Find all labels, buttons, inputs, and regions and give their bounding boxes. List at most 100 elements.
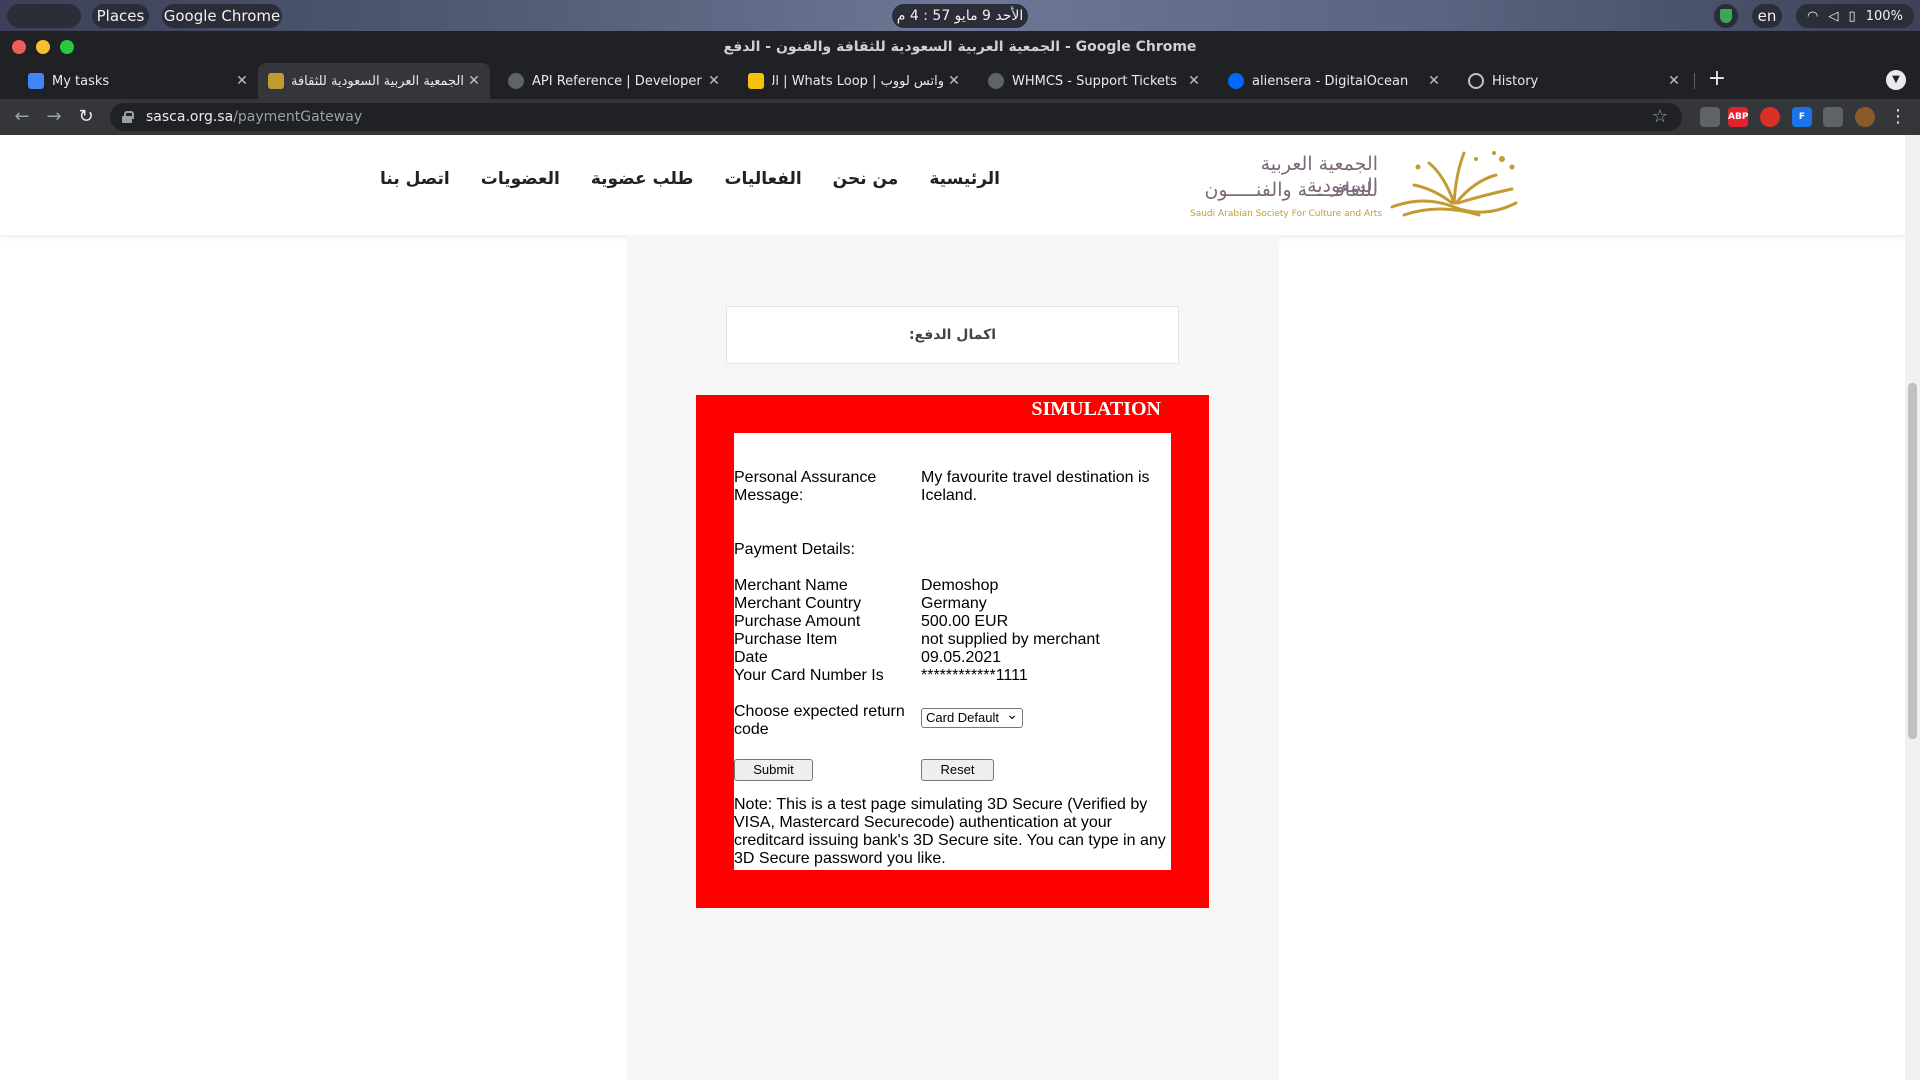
nav-about[interactable]: من نحن: [833, 169, 899, 199]
shield-icon: [1720, 9, 1732, 23]
tab-sasca-payment[interactable]: الجمعية العربية السعودية للثقافة وا ✕: [258, 63, 490, 99]
merchant-name-label: Merchant Name: [734, 577, 848, 594]
payment-details-heading: Payment Details:: [734, 541, 855, 558]
tab-api-reference[interactable]: API Reference | Developer Po ✕: [498, 63, 730, 99]
arrow-right-icon: →: [46, 106, 62, 127]
browser-menu-button[interactable]: ⋮: [1886, 105, 1910, 129]
date-value: 09.05.2021: [921, 649, 1002, 666]
active-app-menu[interactable]: Google Chrome: [162, 4, 282, 28]
nav-events[interactable]: الفعاليات: [724, 169, 801, 199]
red-ext-icon[interactable]: [1760, 107, 1780, 127]
wifi-icon: ◠: [1807, 8, 1819, 24]
tab-close-icon[interactable]: ✕: [464, 73, 484, 89]
url-host: sasca.org.sa: [146, 109, 234, 125]
clock-label: الأحد 9 مايو 57 : 4 م: [896, 8, 1024, 24]
tab-close-icon[interactable]: ✕: [704, 73, 724, 89]
date-label: Date: [734, 649, 768, 666]
history-clock-icon: [1468, 73, 1484, 89]
language-label: en: [1757, 7, 1777, 25]
page-scrollbar[interactable]: [1905, 135, 1920, 1080]
tab-label: WHMCS - Support Tickets: [1012, 73, 1177, 89]
blue-ext-icon[interactable]: F: [1792, 107, 1812, 127]
adblock-plus-icon[interactable]: ABP: [1728, 107, 1748, 127]
nav-memberships[interactable]: العضويات: [481, 169, 560, 199]
nav-contact[interactable]: اتصل بنا: [380, 169, 450, 199]
nav-membership-request[interactable]: طلب عضوية: [591, 169, 694, 199]
tab-label: API Reference | Developer Po: [532, 73, 704, 89]
submit-button[interactable]: Submit: [734, 759, 813, 781]
lock-icon[interactable]: [122, 111, 134, 123]
reload-button[interactable]: ↻: [74, 105, 98, 129]
address-bar[interactable]: sasca.org.sa /paymentGateway ☆: [110, 103, 1682, 131]
content-column: اكمال الدفع: SIMULATION Personal Assuran…: [627, 235, 1279, 1080]
plus-icon: +: [1707, 66, 1727, 91]
window-maximize-button[interactable]: [60, 40, 74, 54]
purchase-item-value: not supplied by merchant: [921, 631, 1100, 648]
tab-label: واتس لووب | Whats Loop | الـ: [772, 73, 944, 89]
scrollbar-thumb[interactable]: [1908, 383, 1917, 739]
places-menu[interactable]: Places: [92, 4, 149, 28]
globe-icon: [988, 73, 1004, 89]
tab-whats-loop[interactable]: واتس لووب | Whats Loop | الـ ✕: [738, 63, 970, 99]
bookmark-star-icon[interactable]: ☆: [1652, 106, 1668, 127]
reset-button[interactable]: Reset: [921, 759, 994, 781]
tab-my-tasks[interactable]: My tasks ✕: [18, 63, 258, 99]
sasca-favicon-icon: [268, 73, 284, 89]
profile-avatar-icon[interactable]: [1855, 107, 1875, 127]
tab-digitalocean[interactable]: aliensera - DigitalOcean ✕: [1218, 63, 1450, 99]
window-close-button[interactable]: [12, 40, 26, 54]
logo-english-name: Saudi Arabian Society For Culture and Ar…: [1190, 209, 1383, 219]
tab-close-icon[interactable]: ✕: [1424, 73, 1444, 89]
return-code-select[interactable]: Card Default: [921, 705, 1023, 728]
places-label: Places: [96, 7, 145, 25]
new-tab-button[interactable]: +: [1703, 65, 1731, 93]
tab-strip: My tasks ✕ الجمعية العربية السعودية للثق…: [0, 63, 1920, 99]
nav-home[interactable]: الرئيسية: [929, 169, 1000, 199]
forward-button[interactable]: →: [42, 105, 66, 129]
tab-separator: [1694, 73, 1695, 89]
back-button[interactable]: ←: [10, 105, 34, 129]
battery-label: 100%: [1865, 8, 1903, 24]
purchase-amount-label: Purchase Amount: [734, 613, 861, 630]
apple-menu-button[interactable]: [7, 4, 81, 28]
tab-label: الجمعية العربية السعودية للثقافة وا: [292, 73, 464, 89]
pam-value: My favourite travel destination is Icela…: [921, 469, 1150, 504]
tab-close-icon[interactable]: ✕: [232, 73, 252, 89]
logo-emblem-icon: [1390, 151, 1518, 217]
tab-history[interactable]: History ✕: [1458, 63, 1690, 99]
payment-heading: اكمال الدفع:: [726, 306, 1179, 364]
merchant-country-value: Germany: [921, 595, 987, 612]
tab-label: History: [1492, 73, 1539, 89]
language-indicator[interactable]: en: [1752, 4, 1782, 28]
reload-icon: ↻: [78, 106, 94, 127]
tab-label: My tasks: [52, 73, 110, 89]
tab-search-button[interactable]: ▼: [1886, 70, 1906, 90]
cursor-ext-icon[interactable]: [1700, 107, 1720, 127]
clock[interactable]: الأحد 9 مايو 57 : 4 م: [892, 4, 1028, 28]
window-title-bar: الجمعية العربية السعودية للثقافة والفنون…: [0, 31, 1920, 63]
card-number-value: ************1111: [921, 667, 1028, 684]
main-navigation: الرئيسية من نحن الفعاليات طلب عضوية العض…: [380, 169, 1000, 199]
window-minimize-button[interactable]: [36, 40, 50, 54]
url-path: /paymentGateway: [233, 109, 363, 125]
pam-label: Personal Assurance Message:: [734, 469, 877, 504]
chevron-down-icon: ▼: [1892, 74, 1900, 85]
puzzle-icon[interactable]: [1823, 107, 1843, 127]
tab-whmcs[interactable]: WHMCS - Support Tickets ✕: [978, 63, 1210, 99]
purchase-item-label: Purchase Item: [734, 631, 838, 648]
card-number-label: Your Card Number Is: [734, 667, 884, 684]
tab-close-icon[interactable]: ✕: [1184, 73, 1204, 89]
simulation-form: Personal Assurance Message: My favourite…: [734, 433, 1171, 870]
simulation-frame: SIMULATION Personal Assurance Message: M…: [696, 395, 1209, 908]
security-tray-button[interactable]: [1714, 4, 1738, 28]
return-code-label: Choose expected return code: [734, 703, 905, 738]
tab-close-icon[interactable]: ✕: [1664, 73, 1684, 89]
tab-close-icon[interactable]: ✕: [944, 73, 964, 89]
kebab-menu-icon: ⋮: [1889, 106, 1907, 127]
browser-toolbar: ← → ↻ sasca.org.sa /paymentGateway ☆ ABP…: [0, 99, 1920, 135]
site-logo[interactable]: الجمعية العربية السعودية للثقافـــــة وا…: [1188, 145, 1524, 225]
digitalocean-favicon-icon: [1228, 73, 1244, 89]
battery-icon: ▯: [1848, 8, 1856, 24]
system-status-menu[interactable]: ◠ ◁ ▯ 100%: [1796, 4, 1914, 28]
simulation-title: SIMULATION: [1031, 398, 1161, 420]
